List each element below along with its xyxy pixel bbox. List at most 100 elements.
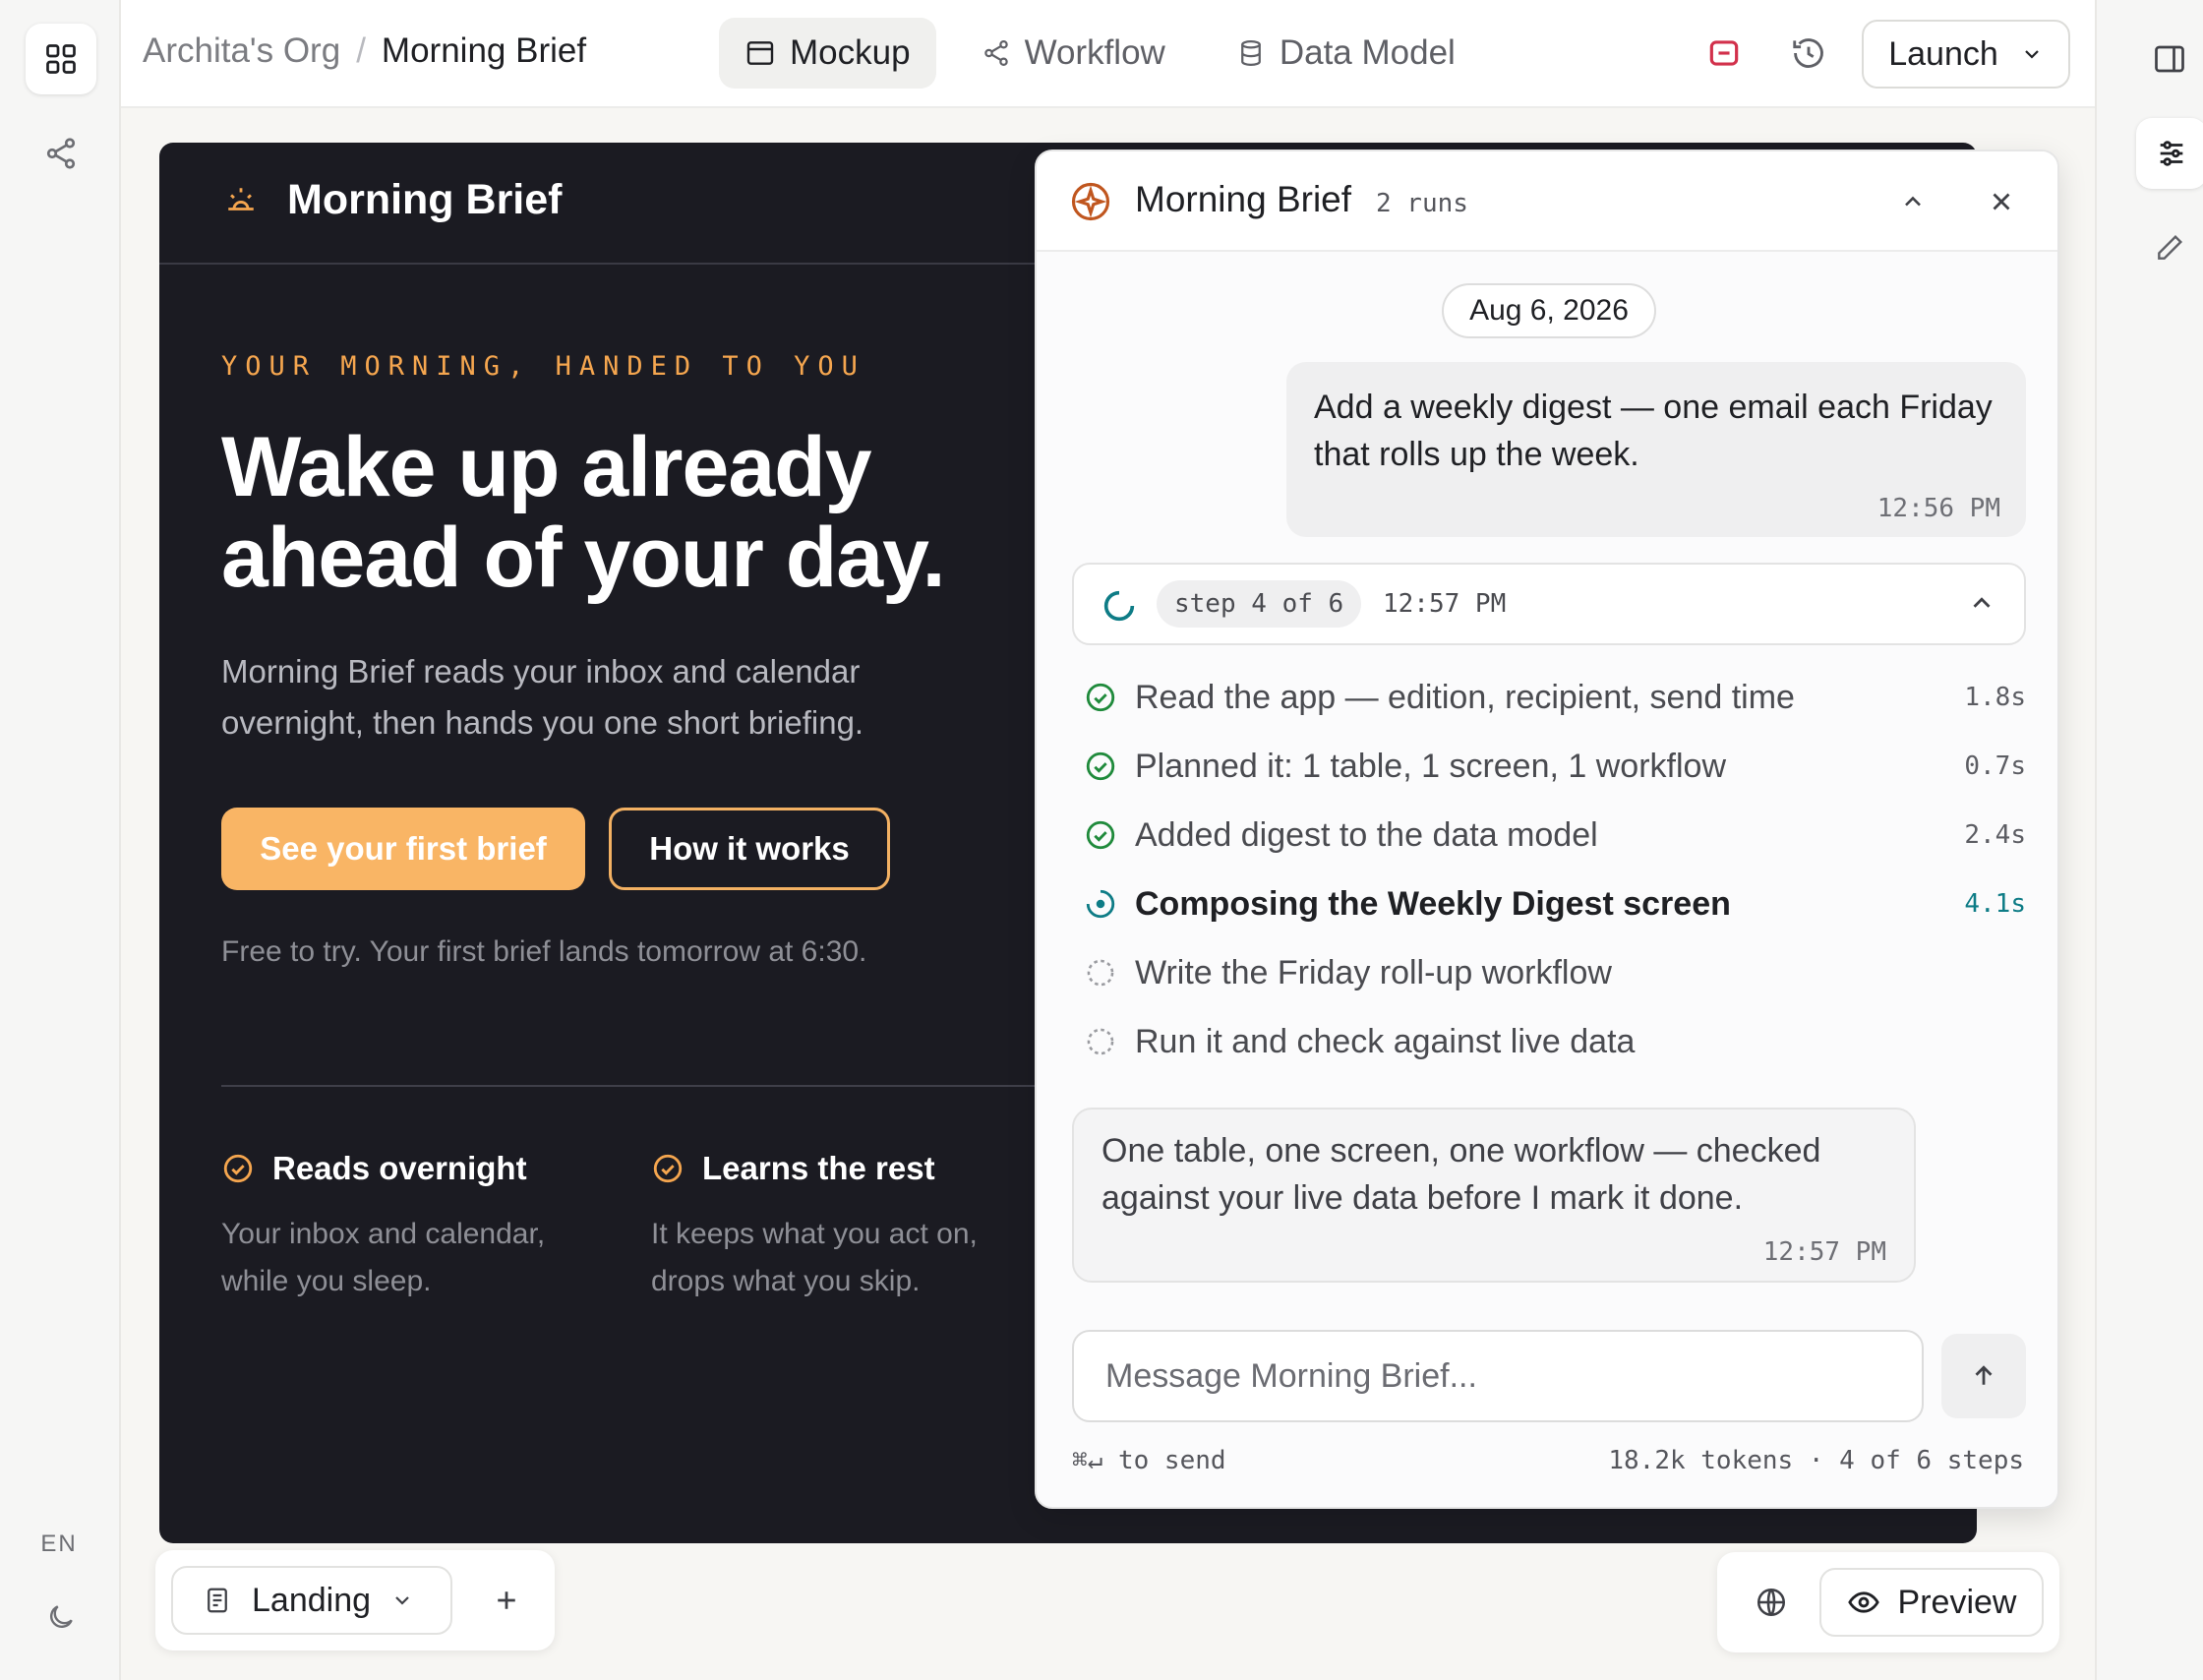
sparkle-icon [1070,181,1111,227]
pending-circle-icon [1072,1025,1135,1058]
hero-line-1: Wake up already [221,420,872,514]
tab-label: Data Model [1279,33,1456,72]
step-item-done: Added digest to the data model 2.4s [1072,801,2026,870]
view-tabs: Mockup Workflow Data Model [719,18,1481,89]
add-page-button[interactable] [472,1566,541,1635]
step-label: Read the app — edition, recipient, send … [1135,678,1795,716]
assistant-message-text: One table, one screen, one workflow — ch… [1102,1132,1821,1217]
sliders-icon[interactable] [2136,118,2203,189]
step-time: 12:57 PM [1383,589,1507,619]
tab-label: Mockup [790,33,911,72]
feature-reads-overnight: Reads overnight Your inbox and calendar,… [221,1150,615,1305]
page-select-label: Landing [252,1581,372,1619]
check-circle-icon [653,1154,683,1183]
mockup-hero-title: Wake up already ahead of your day. [221,422,1106,603]
plus-icon [498,1591,515,1609]
hero-line-2: ahead of your day. [221,510,945,605]
window-icon [746,41,774,65]
step-item-running: Composing the Weekly Digest screen 4.1s [1072,870,2026,938]
breadcrumb-org[interactable]: Archita's Org [143,31,340,71]
see-first-brief-button[interactable]: See your first brief [221,808,585,890]
tab-label: Workflow [1024,33,1165,72]
language-toggle[interactable]: EN [0,1530,118,1558]
launch-button[interactable]: Launch [1862,20,2070,89]
feature-body: It keeps what you act on, drops what you… [651,1218,978,1297]
chevron-up-icon[interactable] [1967,588,1996,623]
assistant-message-time: 12:57 PM [1762,1237,1886,1267]
tab-workflow[interactable]: Workflow [956,18,1191,89]
message-input[interactable] [1072,1330,1924,1422]
chevron-up-icon[interactable] [1890,179,1935,224]
preview-button[interactable]: Preview [1819,1568,2044,1637]
history-icon[interactable] [1779,24,1838,83]
globe-icon[interactable] [1739,1570,1804,1635]
how-it-works-button[interactable]: How it works [609,808,890,890]
pen-icon[interactable] [2134,212,2203,283]
tab-mockup[interactable]: Mockup [719,18,936,89]
top-bar: Archita's Org / Morning Brief Mockup Wor… [121,0,2095,108]
step-counter: step 4 of 6 [1157,580,1362,628]
breadcrumb-separator: / [356,31,366,70]
step-duration: 1.8s [1964,683,2026,712]
breadcrumb-page[interactable]: Morning Brief [382,31,586,71]
spinner-icon [1100,586,1139,630]
close-icon[interactable] [1979,179,2024,224]
feature-body: Your inbox and calendar, while you sleep… [221,1218,546,1297]
user-message-time: 12:56 PM [1876,494,2000,523]
assistant-message: One table, one screen, one workflow — ch… [1072,1108,1916,1283]
sidebar-toggle-icon[interactable] [2134,24,2203,94]
moon-icon[interactable] [26,1582,96,1652]
step-item-pending: Write the Friday roll-up workflow [1072,938,2026,1007]
mockup-note: Free to try. Your first brief lands tomo… [221,935,867,968]
date-divider: Aug 6, 2026 [1442,283,1656,338]
share-nodes-icon[interactable] [26,118,96,189]
feature-title: Reads overnight [272,1150,527,1186]
step-label: Composing the Weekly Digest screen [1135,884,1731,923]
feature-learns-the-rest: Learns the rest It keeps what you act on… [651,1150,1044,1305]
step-duration: 0.7s [1964,751,2026,781]
chat-title: Morning Brief [1135,179,1352,219]
step-label: Planned it: 1 table, 1 screen, 1 workflo… [1135,747,1726,785]
stop-icon[interactable] [1695,24,1754,83]
step-item-done: Read the app — edition, recipient, send … [1072,663,2026,732]
apps-grid-icon[interactable] [26,24,96,94]
right-rail [2095,0,2203,1680]
left-rail: EN [0,0,121,1680]
check-circle-icon [1072,681,1135,714]
chevron-down-icon [2024,50,2039,59]
preview-label: Preview [1897,1583,2017,1621]
agent-chat-panel: Morning Brief 2 runs Aug 6, 2026 Add a w… [1035,150,2059,1509]
step-duration: 4.1s [1964,889,2026,919]
chat-header: Morning Brief 2 runs [1037,151,2057,252]
tab-data-model[interactable]: Data Model [1211,18,1481,89]
mockup-eyebrow: YOUR MORNING, HANDED TO YOU [221,351,865,382]
document-icon [208,1588,227,1613]
arrow-up-icon [1975,1365,1993,1385]
step-list: Read the app — edition, recipient, send … [1072,663,2026,1076]
sunrise-icon [228,187,254,210]
step-progress-header[interactable]: step 4 of 6 12:57 PM [1072,563,2026,645]
chat-stats: 18.2k tokens · 4 of 6 steps [1608,1446,2024,1475]
send-button[interactable] [1941,1334,2026,1418]
user-message: Add a weekly digest — one email each Fri… [1286,362,2026,537]
step-item-done: Planned it: 1 table, 1 screen, 1 workflo… [1072,732,2026,801]
eye-icon [1847,1591,1879,1613]
preview-bar: Preview [1717,1552,2059,1652]
send-hint: ⌘↵ to send [1072,1446,1226,1475]
chat-runs: 2 runs [1376,189,1468,218]
check-circle-icon [223,1154,253,1183]
page-select[interactable]: Landing [171,1566,452,1635]
database-icon [1240,40,1261,67]
step-item-pending: Run it and check against live data [1072,1007,2026,1076]
check-circle-icon [1072,750,1135,783]
step-label: Write the Friday roll-up workflow [1135,953,1612,991]
user-message-text: Add a weekly digest — one email each Fri… [1314,389,1993,473]
check-circle-icon [1072,818,1135,852]
chevron-down-icon [395,1596,409,1605]
mockup-brand: Morning Brief [224,176,562,224]
pending-circle-icon [1072,956,1135,990]
step-label: Run it and check against live data [1135,1022,1636,1060]
feature-title: Learns the rest [702,1150,935,1186]
progress-circle-icon [1072,887,1135,921]
step-duration: 2.4s [1964,820,2026,850]
